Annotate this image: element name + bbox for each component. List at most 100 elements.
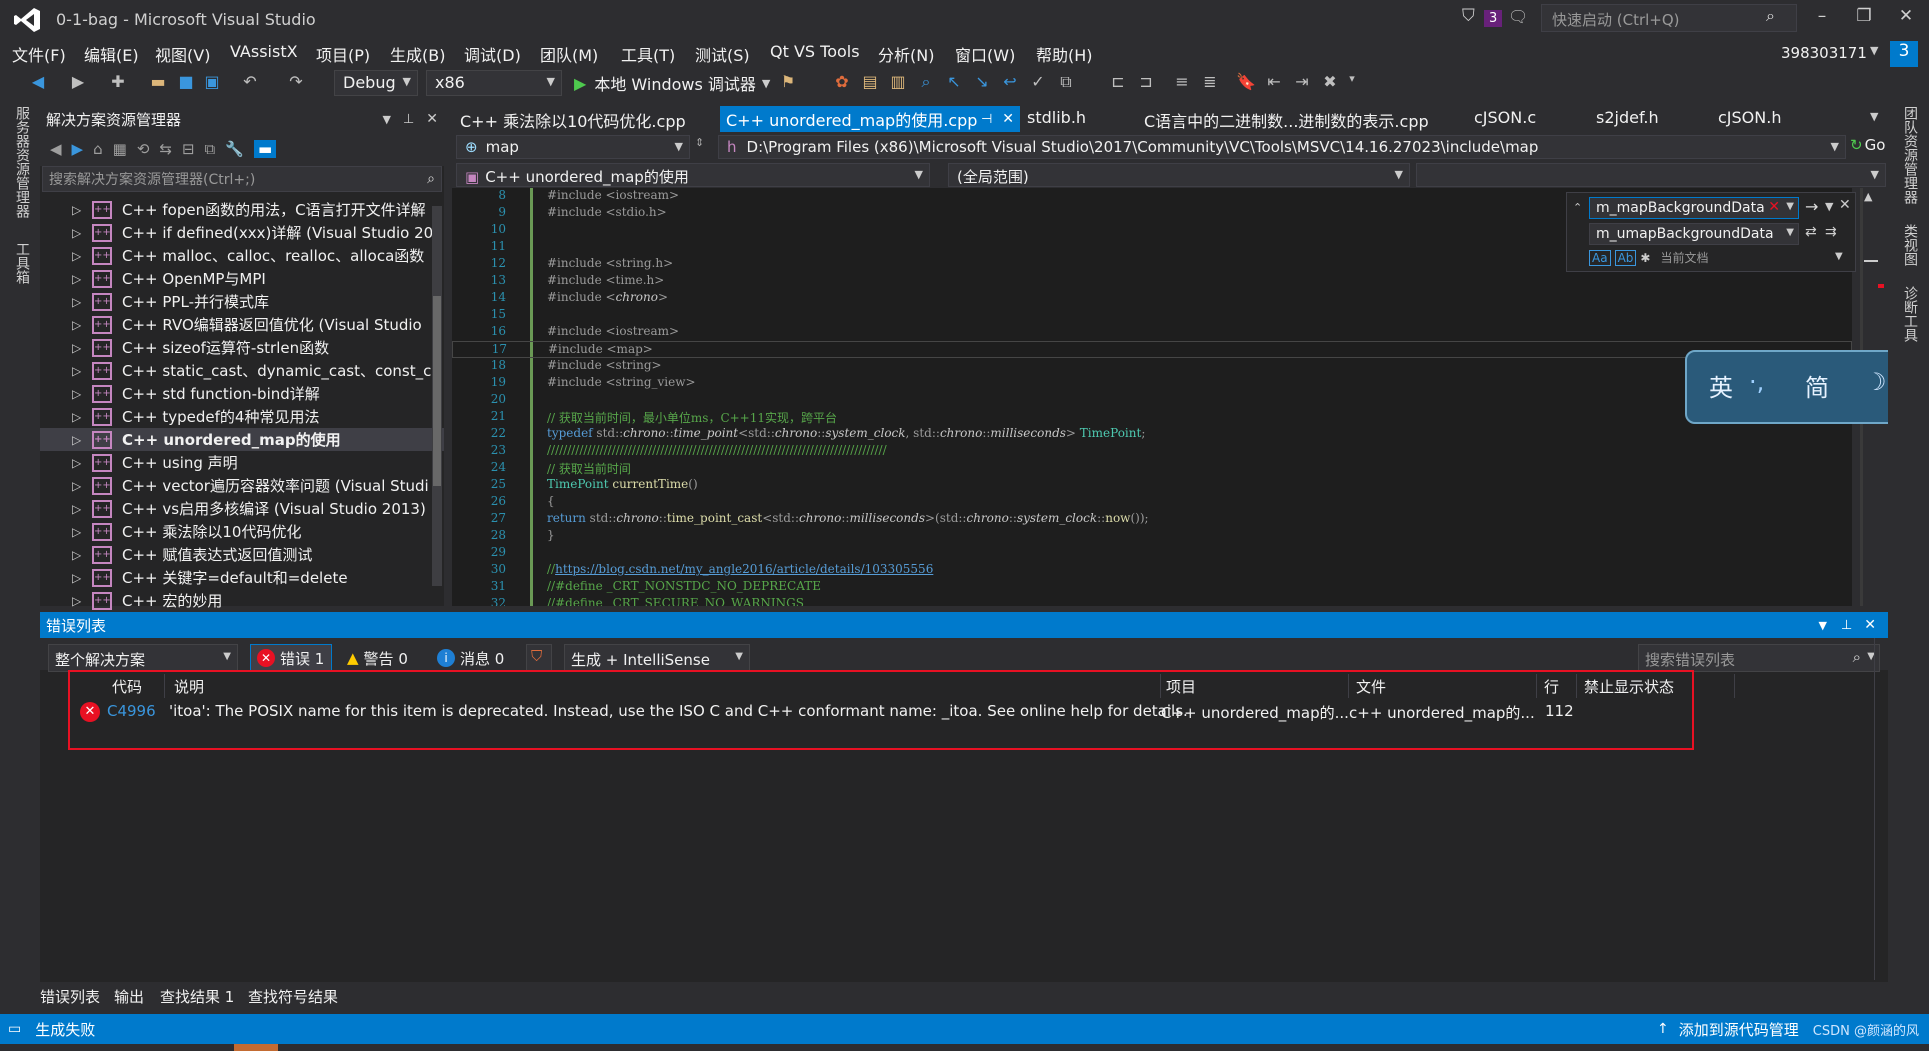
feedback-icon[interactable]: 🗨 [1508,7,1528,26]
ime-english-mode[interactable]: 英 [1709,368,1733,403]
tree-item[interactable]: ▷ ++ C++ vs启用多核编译 (Visual Studio 2013) [40,497,444,520]
filter-notification-icon[interactable]: ⛉ [1462,6,1475,26]
close-find-icon[interactable]: ✕ [1839,197,1851,213]
tab-s2jdef-h[interactable]: s2jdef.h [1596,108,1659,127]
whole-word-icon[interactable]: Ab [1614,249,1637,266]
save-icon[interactable]: ■ [176,72,196,92]
build-intellisense-select[interactable]: 生成 + IntelliSense ▼ [564,644,750,672]
undo-icon[interactable]: ↶ [240,72,260,92]
menu-vassistx[interactable]: VAssistX [230,42,298,61]
tree-item[interactable]: ▷ ++ C++ 赋值表达式返回值测试 [40,543,444,566]
forward-icon[interactable]: ▶ [72,140,84,158]
toggle-replace-icon[interactable]: ⌃ [1573,201,1582,214]
menu-project[interactable]: 项目(P) [316,42,370,66]
menu-file[interactable]: 文件(F) [12,42,66,66]
solution-explorer-scrollbar[interactable] [432,206,442,586]
tree-item[interactable]: ▷ ++ C++ 乘法除以10代码优化 [40,520,444,543]
find-in-files-icon[interactable]: ⚑ [778,72,798,92]
tab-find-results[interactable]: 查找结果 1 [160,986,234,1007]
tab-multiply-divide-cpp[interactable]: C++ 乘法除以10代码优化.cpp [460,108,686,132]
add-source-control-button[interactable]: 添加到源代码管理 [1679,1019,1799,1040]
tree-item[interactable]: ▷ ++ C++ 宏的妙用 [40,589,444,612]
chevron-right-icon[interactable]: ▷ [72,502,92,516]
ime-punct-icon[interactable]: ·, [1749,368,1764,396]
account-badge[interactable]: 3 [1890,41,1918,67]
tree-item[interactable]: ▷ ++ C++ vector遍历容器效率问题 (Visual Studi [40,474,444,497]
solution-platform-select[interactable]: x86 ▼ [426,70,562,96]
warnings-filter-button[interactable]: ▲ 警告 0 [340,644,422,672]
chevron-right-icon[interactable]: ▷ [72,318,92,332]
chevron-right-icon[interactable]: ▷ [72,272,92,286]
new-project-icon[interactable]: ✚ [108,72,128,92]
comment-icon[interactable]: ⊏ [1108,72,1128,92]
minimize-button[interactable]: – [1802,6,1842,34]
menu-analyze[interactable]: 分析(N) [878,42,934,66]
tab-find-symbol-results[interactable]: 查找符号结果 [248,986,338,1007]
code-line[interactable]: 16 #include <iostream> [452,324,1852,341]
save-all-icon[interactable]: ▣ [202,72,222,92]
chevron-right-icon[interactable]: ▷ [72,479,92,493]
navigate-back-icon[interactable]: ◀ [28,72,48,92]
chevron-right-icon[interactable]: ▷ [72,341,92,355]
chevron-right-icon[interactable]: ▷ [72,249,92,263]
window-position-icon[interactable]: ▼ [382,113,390,126]
back-icon[interactable]: ◀ [50,140,62,158]
collapse-all-icon[interactable]: ⊟ [182,140,195,158]
code-line[interactable]: 24 // 获取当前时间 [452,460,1852,477]
tab-cjson-h[interactable]: cJSON.h [1718,108,1781,127]
global-scope-select[interactable]: (全局范围) ▼ [948,163,1410,187]
spin-icon[interactable]: ⇕ [695,136,704,149]
regex-icon[interactable]: ✱ [1640,251,1650,265]
pending-changes-icon[interactable]: ⟲ [137,140,150,158]
tree-item[interactable]: ▷ ++ C++ typedef的4种常见用法 [40,405,444,428]
diagnostic-tools-tab[interactable]: 诊断工具 [1900,286,1920,342]
quick-launch-input[interactable]: 快速启动 (Ctrl+Q) [1541,4,1797,32]
tree-item[interactable]: ▷ ++ C++ RVO编辑器返回值优化 (Visual Studio [40,313,444,336]
server-explorer-tab[interactable]: 服务器资源管理器 [12,106,32,218]
scrollbar-thumb[interactable] [433,296,441,486]
tree-item[interactable]: ▷ ++ C++ static_cast、dynamic_cast、const_c [40,359,444,382]
menu-view[interactable]: 视图(V) [155,42,210,66]
clear-filter-icon[interactable]: ⛉ [526,644,552,672]
find-options-icon[interactable]: ▼ [1825,200,1833,213]
code-line[interactable]: 30 //https://blog.csdn.net/my_angle2016/a… [452,562,1852,579]
vassistx-back-icon[interactable]: ↩ [1000,72,1020,92]
go-button[interactable]: ↻ Go [1850,136,1885,154]
menu-team[interactable]: 团队(M) [540,42,598,66]
code-line[interactable]: 28} [452,528,1852,545]
vassistx-icon-2[interactable]: ▤ [860,72,880,92]
tab-cjson-c[interactable]: cJSON.c [1474,108,1536,127]
outdent-icon[interactable]: ≣ [1200,72,1220,92]
tree-item[interactable]: ▷ ++ C++ sizeof运算符-strlen函数 [40,336,444,359]
menu-help[interactable]: 帮助(H) [1036,42,1093,66]
code-line[interactable]: 19 #include <string_view> [452,375,1852,392]
uncomment-icon[interactable]: ⊐ [1136,72,1156,92]
toolbox-tab[interactable]: 工具箱 [12,242,32,284]
ime-moon-icon[interactable]: ☽ [1865,368,1887,396]
vassistx-outline-icon[interactable]: ⧉ [1056,72,1076,92]
redo-icon[interactable]: ↷ [286,72,306,92]
tree-item[interactable]: ▷ ++ C++ using 声明 [40,451,444,474]
replace-next-icon[interactable]: ⇄ [1805,224,1817,240]
pin-icon[interactable]: ⊥ [1841,618,1852,633]
project-scope-select[interactable]: ▣ C++ unordered_map的使用 ▼ [456,163,930,187]
class-view-tab[interactable]: 类视图 [1900,224,1920,266]
vassistx-goto-icon[interactable]: ↖ [944,72,964,92]
tab-overflow-icon[interactable]: ▼ [1870,110,1878,123]
chevron-right-icon[interactable]: ▷ [72,456,92,470]
close-tab-icon[interactable]: ✕ [1002,111,1014,127]
clear-bookmarks-icon[interactable]: ✖ [1320,72,1340,92]
menu-tools[interactable]: 工具(T) [621,42,675,66]
code-line[interactable]: 13 #include <time.h> [452,273,1852,290]
chevron-right-icon[interactable]: ▷ [72,548,92,562]
account-name[interactable]: 398303171 [1781,44,1867,62]
tab-error-list[interactable]: 错误列表 [40,986,100,1007]
menu-build[interactable]: 生成(B) [390,42,445,66]
tree-item[interactable]: ▷ ++ C++ malloc、calloc、realloc、alloca函数 [40,244,444,267]
close-panel-icon[interactable]: ✕ [426,111,438,127]
chevron-right-icon[interactable]: ▷ [72,410,92,424]
code-line[interactable]: 15 [452,307,1852,324]
chevron-right-icon[interactable]: ▷ [72,226,92,240]
symbol-select[interactable]: ⊕ map ▼ [456,135,690,159]
error-search-input[interactable]: 搜索错误列表 ⌕ ▼ [1638,644,1880,672]
